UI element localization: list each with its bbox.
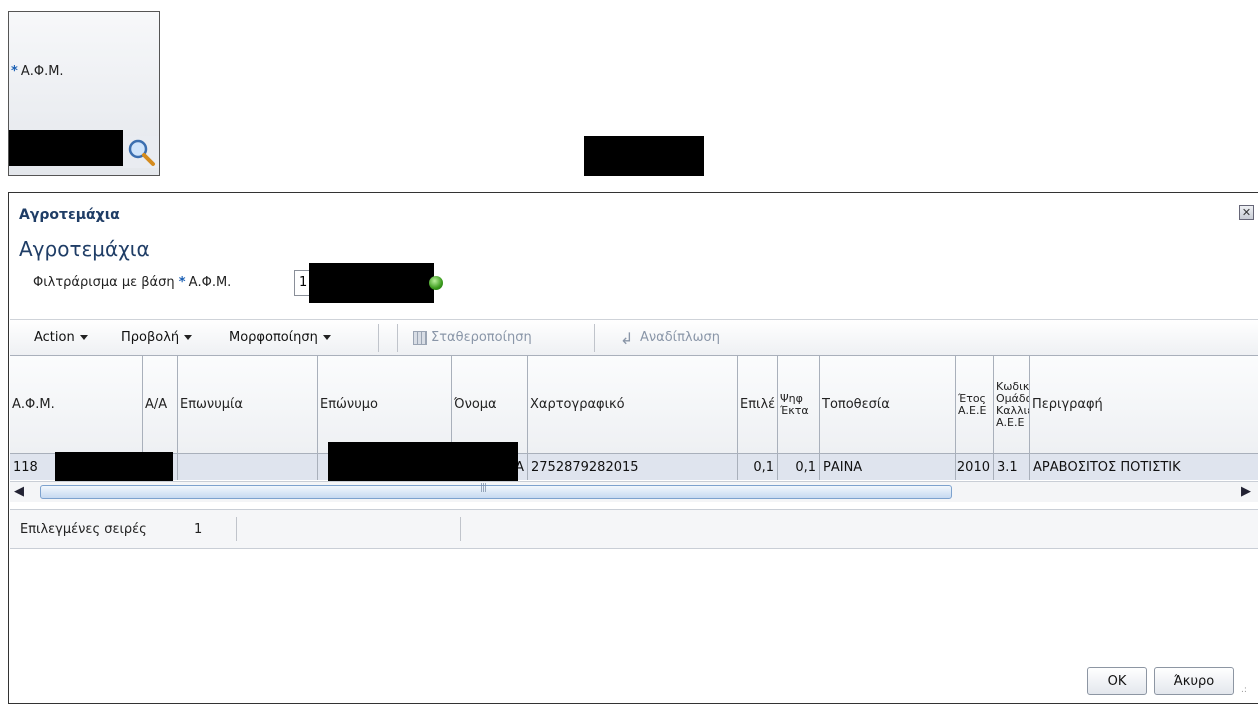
ok-button[interactable]: OK bbox=[1087, 667, 1147, 695]
required-mark: * bbox=[11, 64, 18, 79]
table-toolbar: Action Προβολή Μορφοποίηση Σταθεροποίηση… bbox=[10, 319, 1258, 356]
status-divider bbox=[236, 517, 237, 541]
table-cell: ΑΡΑΒΟΣΙΤΟΣ ΠΟΤΙΣΤΙΚ bbox=[1033, 459, 1181, 475]
horizontal-scrollbar[interactable]: ◀ ||| ▶ bbox=[10, 481, 1258, 502]
chevron-down-icon bbox=[322, 335, 331, 340]
column-header[interactable]: Επιλέ bbox=[738, 356, 778, 454]
scroll-thumb[interactable] bbox=[40, 485, 952, 499]
afm-field-label: * Α.Φ.Μ. bbox=[11, 64, 64, 79]
selected-rows-count: 1 bbox=[194, 522, 203, 537]
column-header[interactable]: Κωδικ Ομάδα Καλλιέ Α.Ε.Ε bbox=[994, 356, 1030, 454]
table-cell: 2752879282015 bbox=[528, 454, 738, 480]
wrap-button[interactable]: Αναδίπλωση bbox=[640, 330, 720, 345]
filter-label: Φιλτράρισμα με βάση * Α.Φ.Μ. bbox=[33, 275, 232, 290]
chevron-down-icon bbox=[184, 335, 193, 340]
resize-grip-icon[interactable]: .: bbox=[1241, 685, 1247, 695]
chevron-down-icon bbox=[79, 335, 88, 340]
wrap-icon: ↲ bbox=[620, 329, 634, 348]
magnifier-icon[interactable] bbox=[123, 136, 159, 168]
required-mark: * bbox=[178, 275, 186, 290]
column-header[interactable]: Όνομα bbox=[452, 356, 528, 454]
column-header[interactable]: Περιγραφή bbox=[1030, 356, 1258, 454]
grip-icon: ||| bbox=[480, 483, 487, 493]
cancel-button[interactable]: Άκυρο bbox=[1154, 667, 1234, 695]
table-cell: 0,1 bbox=[778, 454, 820, 480]
column-header[interactable]: Τοποθεσία bbox=[820, 356, 956, 454]
afm-field-panel: * Α.Φ.Μ. bbox=[8, 11, 160, 176]
afm-input-redacted[interactable] bbox=[9, 130, 123, 166]
toolbar-divider bbox=[378, 324, 379, 352]
table-cell bbox=[178, 454, 318, 480]
column-header[interactable]: Α.Φ.Μ. bbox=[10, 356, 143, 454]
table-cell: 2010 bbox=[956, 454, 994, 480]
page-title: Αγροτεμάχια bbox=[19, 237, 150, 261]
parcels-table: Α.Φ.Μ. Α/Α Επωνυμία Επώνυμο Όνομα Χαρτογ… bbox=[10, 355, 1258, 492]
parcels-dialog: Αγροτεμάχια ✕ Αγροτεμάχια Φιλτράρισμα με… bbox=[8, 192, 1258, 704]
freeze-columns-icon bbox=[413, 331, 427, 345]
column-header[interactable]: Χαρτογραφικό bbox=[528, 356, 738, 454]
go-arrow-icon[interactable] bbox=[429, 276, 443, 290]
table-cell: ΡΑΙΝΑ bbox=[820, 454, 956, 480]
status-bar: Επιλεγμένες σειρές 1 bbox=[10, 509, 1258, 549]
column-header[interactable]: Επώνυμο bbox=[318, 356, 452, 454]
action-menu[interactable]: Action bbox=[34, 330, 88, 345]
scroll-right-icon[interactable]: ▶ bbox=[1237, 483, 1255, 501]
column-header[interactable]: Ψηφ Έκτα bbox=[778, 356, 820, 454]
close-icon[interactable]: ✕ bbox=[1239, 205, 1254, 220]
redacted-block bbox=[328, 442, 518, 486]
column-header[interactable]: Έτος Α.Ε.Ε bbox=[956, 356, 994, 454]
format-menu[interactable]: Μορφοποίηση bbox=[229, 330, 331, 345]
dialog-title: Αγροτεμάχια bbox=[19, 207, 120, 223]
toolbar-divider bbox=[397, 324, 398, 352]
table-cell: 0,1 bbox=[738, 454, 778, 480]
column-header[interactable]: Α/Α bbox=[143, 356, 178, 454]
redacted-block bbox=[309, 263, 434, 303]
toolbar-divider bbox=[594, 324, 595, 352]
freeze-button[interactable]: Σταθεροποίηση bbox=[431, 330, 532, 345]
view-menu[interactable]: Προβολή bbox=[121, 330, 193, 345]
column-header[interactable]: Επωνυμία bbox=[178, 356, 318, 454]
redacted-block bbox=[584, 136, 704, 176]
selected-rows-label: Επιλεγμένες σειρές bbox=[20, 522, 147, 537]
table-cell: 3.1 bbox=[994, 454, 1030, 480]
status-divider bbox=[460, 517, 461, 541]
scroll-left-icon[interactable]: ◀ bbox=[10, 483, 28, 501]
